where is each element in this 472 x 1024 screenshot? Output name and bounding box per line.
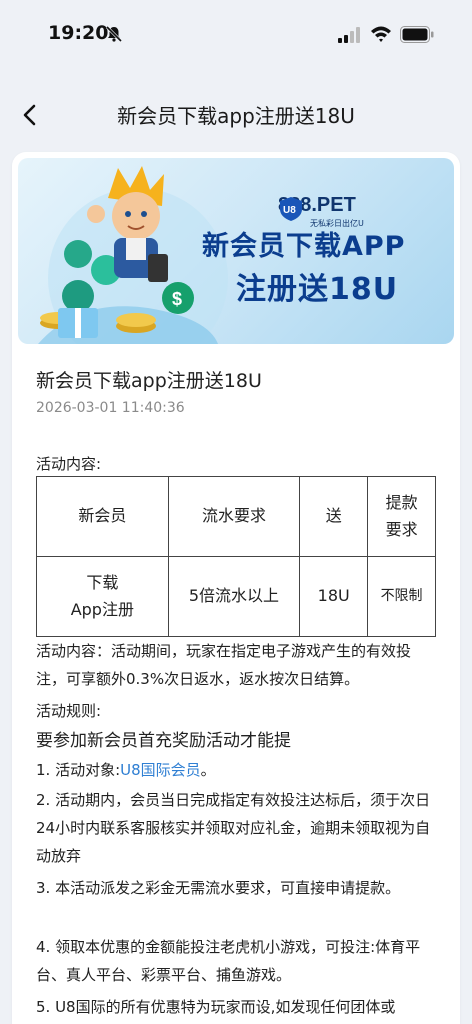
member-link[interactable]: U8国际会员 (120, 761, 201, 779)
table-header-cell: 新会员 (36, 476, 169, 557)
table-header-cell: 提款 要求 (367, 476, 436, 557)
table-header-cell: 送 (299, 476, 369, 557)
table-cell: 18U (299, 556, 369, 637)
rules-table: 新会员 流水要求 送 提款 要求 下载 App注册 5倍流水以上 18U 不限制 (36, 476, 436, 637)
activity-content-paragraph: 活动内容：活动期间，玩家在指定电子游戏产生的有效投注，可享额外0.3%次日返水，… (36, 642, 412, 688)
rule-item-5: 5. U8国际的所有优惠特为玩家而设,如发现任何团体或 (36, 998, 396, 1016)
table-cell: 不限制 (367, 556, 436, 637)
banner-headline: 新会员下载APP (202, 231, 406, 262)
battery-icon (400, 26, 434, 43)
nav-bar: 新会员下载app注册送18U (0, 90, 472, 140)
article-title: 新会员下载app注册送18U (36, 370, 262, 392)
status-time: 19:20 (48, 22, 109, 44)
status-bar: 19:20 (0, 0, 472, 70)
rule-item-1-prefix: 1. 活动对象: (36, 761, 121, 779)
u8-shield-icon: U8 (280, 197, 302, 221)
wifi-icon (371, 26, 391, 42)
rules-heading: 活动规则: (36, 702, 102, 720)
rule-item-4: 4. 领取本优惠的金额能投注老虎机小游戏，可投注:体育平台、真人平台、彩票平台、… (36, 938, 421, 984)
rule-item-1-suffix: 。 (200, 761, 216, 779)
rule-item-1: 1. 活动对象:U8国际会员。 (36, 756, 440, 784)
page-title: 新会员下载app注册送18U (117, 104, 355, 128)
svg-text:U8: U8 (283, 205, 296, 216)
article-date: 2026-03-01 11:40:36 (36, 400, 185, 416)
rules-highlight: 要参加新会员首充奖励活动才能提 (36, 731, 291, 751)
table-row: 下载 App注册 5倍流水以上 18U 不限制 (36, 556, 436, 637)
rule-item-2: 2. 活动期内，会员当日完成指定有效投注达标后，须于次日24小时内联系客服核实并… (36, 791, 431, 865)
cellular-signal-icon (338, 27, 360, 43)
svg-text:$: $ (172, 289, 182, 309)
bell-off-icon (105, 25, 123, 43)
table-header-cell: 流水要求 (167, 476, 301, 557)
table-cell: 5倍流水以上 (167, 556, 301, 637)
rule-item-3: 3. 本活动派发之彩金无需流水要求，可直接申请提款。 (36, 879, 401, 897)
banner-subheadline: 注册送18U (236, 272, 399, 307)
promo-banner[interactable]: $ 888.PET U8 无私彩日出亿U 新会员下载APP 注册送18U (18, 158, 454, 344)
table-cell: 下载 App注册 (36, 556, 169, 637)
section-label: 活动内容: (36, 455, 102, 473)
table-header-row: 新会员 流水要求 送 提款 要求 (36, 476, 436, 557)
